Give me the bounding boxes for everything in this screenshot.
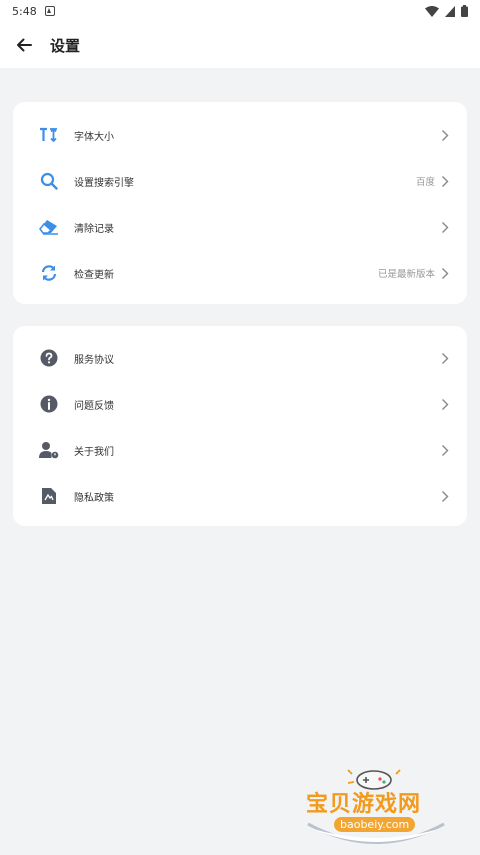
document-icon (39, 486, 59, 506)
chevron-right-icon (439, 443, 451, 457)
chevron-right-icon (439, 489, 451, 503)
settings-card-about: 服务协议 问题反馈 关于我们 隐私政策 (13, 326, 467, 526)
chevron-right-icon (439, 397, 451, 411)
page-title: 设置 (50, 36, 81, 55)
notification-icon (44, 6, 55, 16)
font-size-row[interactable]: 字体大小 (13, 112, 467, 158)
check-update-row[interactable]: 检查更新 已是最新版本 (13, 250, 467, 296)
user-icon (39, 440, 59, 460)
privacy-policy-row[interactable]: 隐私政策 (13, 473, 467, 519)
chevron-right-icon (439, 174, 451, 188)
watermark-url: baobeiy.com (334, 817, 416, 832)
search-engine-row[interactable]: 设置搜索引擎 百度 (13, 158, 467, 204)
chevron-right-icon (439, 351, 451, 365)
feedback-label: 问题反馈 (74, 400, 114, 412)
privacy-policy-label: 隐私政策 (74, 492, 114, 504)
info-circle-icon (39, 394, 59, 414)
status-bar: 5:48 (0, 0, 480, 22)
battery-icon (461, 5, 468, 17)
signal-icon (445, 5, 455, 17)
clear-history-row[interactable]: 清除记录 (13, 204, 467, 250)
service-agreement-row[interactable]: 服务协议 (13, 335, 467, 381)
refresh-icon (39, 263, 59, 283)
search-engine-value: 百度 (415, 177, 435, 188)
text-size-icon (39, 125, 59, 145)
about-us-row[interactable]: 关于我们 (13, 427, 467, 473)
arrow-left-icon (17, 38, 32, 52)
app-bar: 设置 (0, 22, 480, 68)
feedback-row[interactable]: 问题反馈 (13, 381, 467, 427)
chevron-right-icon (439, 266, 451, 280)
check-update-label: 检查更新 (74, 269, 114, 281)
search-icon (39, 171, 59, 191)
font-size-label: 字体大小 (74, 131, 114, 143)
question-circle-icon (39, 348, 59, 368)
watermark-title: 宝贝游戏网 (306, 792, 422, 817)
chevron-right-icon (439, 220, 451, 234)
chevron-right-icon (439, 128, 451, 142)
wifi-icon (425, 5, 439, 17)
watermark-logo: 宝贝游戏网 baobeiy.com (296, 766, 456, 846)
about-us-label: 关于我们 (74, 446, 114, 458)
search-engine-label: 设置搜索引擎 (74, 177, 134, 189)
clear-history-label: 清除记录 (74, 223, 114, 235)
back-button[interactable] (0, 22, 48, 68)
status-time: 5:48 (12, 4, 37, 18)
settings-card-general: 字体大小 设置搜索引擎 百度 清除记录 检查更新 已是最新版本 (13, 102, 467, 304)
check-update-value: 已是最新版本 (377, 269, 435, 280)
eraser-icon (39, 217, 59, 237)
service-agreement-label: 服务协议 (74, 354, 114, 366)
